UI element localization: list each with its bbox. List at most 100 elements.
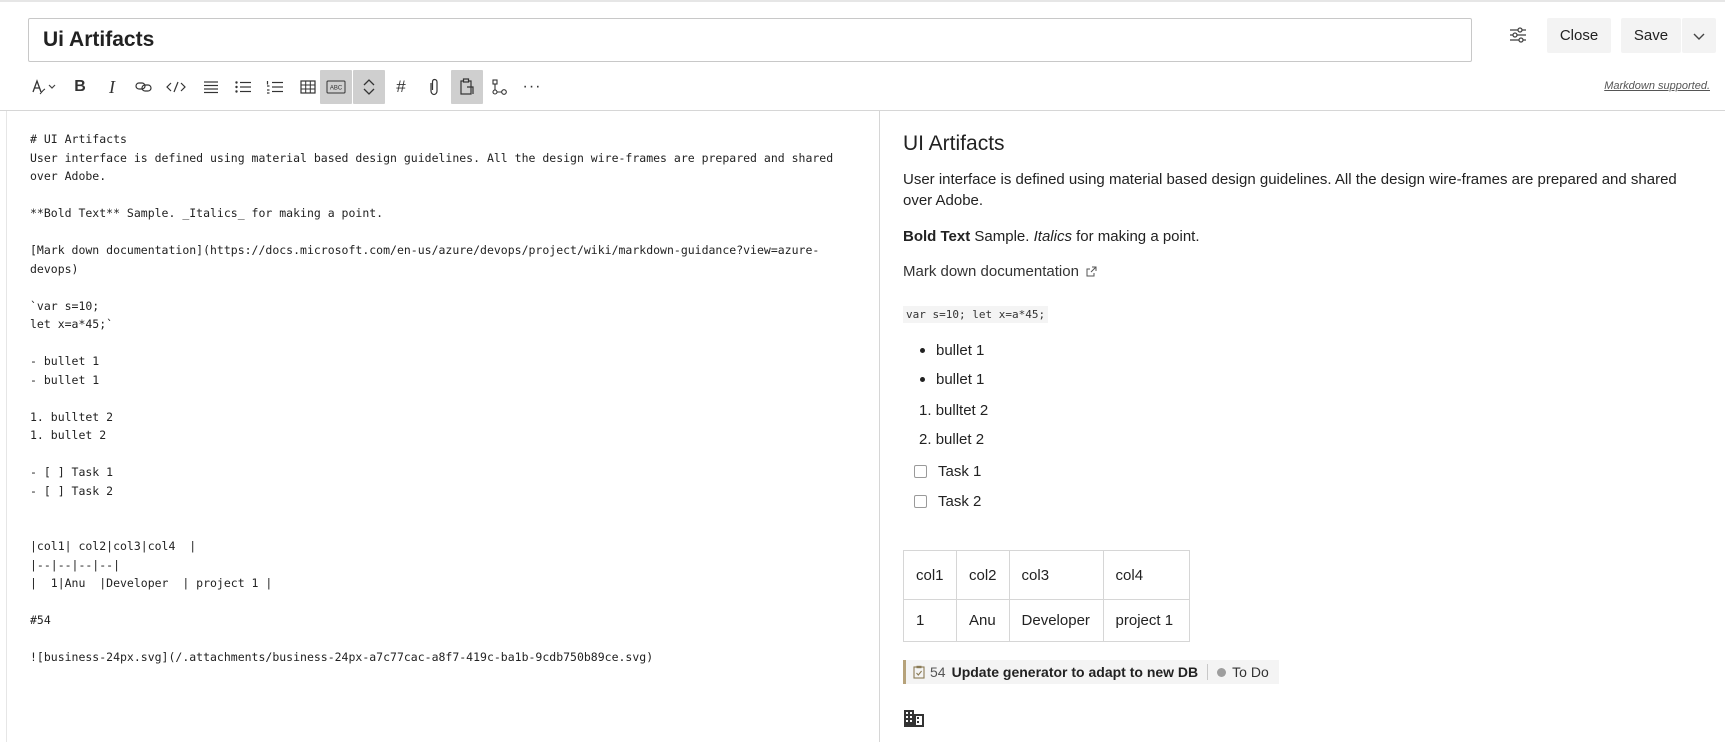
point-text: for making a point. xyxy=(1071,228,1200,245)
numbered-text: bullet 2 xyxy=(935,431,985,448)
external-link-icon xyxy=(1086,266,1097,277)
italic-text: Italics xyxy=(1033,228,1072,245)
formatting-toolbar: B I ABC # ··· Markdown supported. xyxy=(28,70,1718,104)
bulleted-list-icon xyxy=(235,81,251,93)
business-icon xyxy=(904,710,924,727)
spell-check-toggle[interactable]: ABC xyxy=(320,70,352,104)
paste-icon xyxy=(460,78,474,95)
work-item-state: To Do xyxy=(1232,664,1269,680)
editor-line: **Bold Text** Sample. _Italics_ for maki… xyxy=(30,206,384,220)
settings-button[interactable] xyxy=(1500,18,1536,52)
bullet-dot xyxy=(920,348,925,353)
preview-table: col1 col2 col3 col4 1 Anu Developer proj… xyxy=(903,550,1190,642)
preview-numbered-list: 1. bulltet 2 2. bullet 2 xyxy=(903,396,1103,454)
preview-code: var s=10; let x=a*45; xyxy=(903,306,1049,323)
preview-paragraph: User interface is defined using material… xyxy=(903,171,1677,209)
preview-heading: UI Artifacts xyxy=(903,132,1005,155)
table-cell: Developer xyxy=(1008,599,1104,642)
editor-line: ![business-24px.svg](/.attachments/busin… xyxy=(30,650,654,664)
numbered-item: 2. bullet 2 xyxy=(903,425,1103,454)
attachment-icon xyxy=(430,78,438,96)
work-item-chip[interactable]: 54 Update generator to adapt to new DB T… xyxy=(903,660,1279,684)
quote-button[interactable] xyxy=(195,70,227,104)
task-clipboard-icon xyxy=(913,665,925,679)
close-button[interactable]: Close xyxy=(1547,18,1611,53)
save-button[interactable]: Save xyxy=(1621,18,1681,53)
task-item: Task 1 xyxy=(903,456,981,486)
code-button[interactable] xyxy=(160,70,192,104)
table-header-cell: col4 xyxy=(1102,550,1190,600)
editor-line: 1. bulltet 2 xyxy=(30,409,114,424)
chevron-down-icon xyxy=(1693,33,1705,40)
save-options-button[interactable] xyxy=(1682,18,1716,53)
attachment-button[interactable] xyxy=(418,70,450,104)
work-item-type-bar xyxy=(903,660,906,684)
pane-divider[interactable] xyxy=(879,111,880,742)
paste-button[interactable] xyxy=(451,70,483,104)
table-cell: Anu xyxy=(956,599,1010,642)
work-item-button[interactable]: # xyxy=(385,70,417,104)
bullet-text: bullet 1 xyxy=(936,342,985,359)
bullet-dot xyxy=(920,377,925,382)
editor-line: | 1|Anu |Developer | project 1 | xyxy=(30,576,273,590)
editor-line: - [ ] Task 2 xyxy=(30,483,114,498)
markdown-supported-link[interactable]: Markdown supported. xyxy=(1604,80,1710,92)
sample-text: Sample. xyxy=(970,228,1034,245)
table-header-row: col1 col2 col3 col4 xyxy=(903,550,1190,600)
quote-icon xyxy=(204,81,218,94)
top-border xyxy=(0,0,1725,2)
numbered-text: bulltet 2 xyxy=(935,402,989,419)
task-item: Task 2 xyxy=(903,486,981,516)
scroll-sync-toggle[interactable] xyxy=(353,70,385,104)
editor-line: - bullet 1 xyxy=(30,372,100,387)
bold-button[interactable]: B xyxy=(64,70,96,104)
sliders-icon xyxy=(1510,27,1526,43)
editor-line: `var s=10; xyxy=(30,298,100,313)
italic-icon: I xyxy=(109,76,115,97)
toolbar-divider xyxy=(0,110,1725,111)
left-edge xyxy=(6,111,7,742)
scroll-sync-icon xyxy=(363,79,375,95)
editor-line: - [ ] Task 1 xyxy=(30,465,114,479)
markdown-editor[interactable]: # UI Artifacts User interface is defined … xyxy=(30,130,865,730)
svg-text:ABC: ABC xyxy=(330,86,343,92)
more-button[interactable]: ··· xyxy=(516,70,548,104)
italic-button[interactable]: I xyxy=(96,70,128,104)
bullet-text: bullet 1 xyxy=(936,371,985,388)
task-checkbox[interactable] xyxy=(914,464,927,478)
business-image xyxy=(903,708,925,733)
item-number: 2. xyxy=(919,431,932,448)
editor-line: |col1| col2|col3|col4 | xyxy=(30,539,197,553)
bulleted-list-button[interactable] xyxy=(227,70,259,104)
numbered-list-button[interactable] xyxy=(259,70,291,104)
preview-formatting-line: Bold Text Sample. Italics for making a p… xyxy=(903,226,1683,247)
editor-line: [Mark down documentation](https://docs.m… xyxy=(30,243,820,257)
documentation-link-text: Mark down documentation xyxy=(903,263,1079,280)
task-text: Task 2 xyxy=(938,492,982,510)
work-item-title: Update generator to adapt to new DB xyxy=(951,664,1199,680)
editor-line: |--|--|--|--| xyxy=(30,557,121,572)
link-icon xyxy=(135,82,152,92)
link-button[interactable] xyxy=(128,70,160,104)
table-header-cell: col1 xyxy=(903,550,957,600)
format-button[interactable] xyxy=(28,70,62,104)
editor-line: #54 xyxy=(30,613,51,627)
bold-text: Bold Text xyxy=(903,228,971,245)
format-icon xyxy=(32,79,56,95)
diagram-button[interactable] xyxy=(484,70,516,104)
table-cell: project 1 xyxy=(1102,599,1190,642)
work-item-state-dot xyxy=(1217,667,1227,677)
page-title-input[interactable] xyxy=(28,18,1472,62)
numbered-item: 1. bulltet 2 xyxy=(903,396,1103,425)
documentation-link[interactable]: Mark down documentation xyxy=(903,263,1097,280)
hash-icon: # xyxy=(396,77,406,96)
task-checkbox[interactable] xyxy=(914,494,927,508)
